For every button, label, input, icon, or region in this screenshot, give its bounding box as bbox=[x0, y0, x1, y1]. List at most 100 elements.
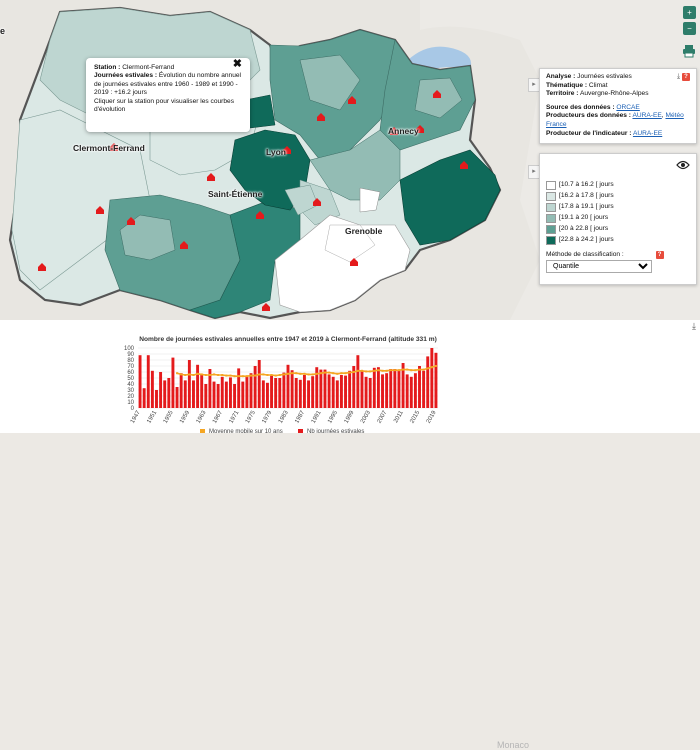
bar bbox=[274, 378, 278, 408]
moving-average-point bbox=[406, 368, 409, 371]
place-label-monaco: Monaco bbox=[497, 740, 530, 750]
eye-icon[interactable] bbox=[676, 160, 690, 170]
method-help-icon[interactable]: ? bbox=[655, 251, 664, 259]
moving-average-point bbox=[217, 374, 220, 376]
moving-average-point bbox=[241, 375, 244, 378]
popup-close-icon[interactable]: ✖ bbox=[233, 58, 242, 70]
x-tick-label: 1967 bbox=[212, 409, 224, 424]
bar bbox=[323, 369, 327, 408]
moving-average-point bbox=[344, 372, 347, 375]
zoom-in-button[interactable]: + bbox=[683, 6, 696, 19]
zoom-out-button[interactable]: − bbox=[683, 22, 696, 35]
moving-average-point bbox=[229, 374, 232, 377]
source-label: Source des données : bbox=[546, 103, 615, 111]
bar bbox=[298, 379, 302, 408]
bar bbox=[155, 390, 158, 408]
moving-average-point bbox=[418, 368, 421, 371]
popup-station-value: Clermont-Ferrand bbox=[122, 64, 175, 71]
thematique-label: Thématique : bbox=[546, 81, 588, 89]
bar bbox=[237, 368, 241, 408]
moving-average-point bbox=[381, 369, 384, 372]
moving-average-point bbox=[258, 373, 261, 376]
x-tick-label: 1995 bbox=[327, 409, 339, 424]
moving-average-point bbox=[287, 372, 289, 375]
moving-average-point bbox=[422, 368, 425, 371]
moving-average-point bbox=[278, 374, 281, 376]
station-popup: ✖ Station : Clermont-Ferrand Journées es… bbox=[86, 58, 250, 132]
moving-average-point bbox=[213, 373, 216, 376]
bar bbox=[368, 378, 372, 408]
legend-label: [17.8 à 19.1 [ jours bbox=[559, 203, 614, 211]
bar bbox=[311, 376, 315, 408]
y-tick-label: 90 bbox=[127, 352, 134, 358]
bar bbox=[241, 381, 245, 408]
bar bbox=[142, 388, 146, 408]
analyse-label: Analyse : bbox=[546, 73, 576, 80]
bar bbox=[356, 355, 360, 408]
legend-item: [17.8 à 19.1 [ jours bbox=[546, 202, 690, 213]
legend-label-bars: Nb journées estivales bbox=[307, 429, 364, 433]
bar bbox=[397, 370, 401, 408]
bar bbox=[146, 355, 150, 408]
legend-item: [16.2 à 17.8 [ jours bbox=[546, 191, 690, 202]
x-tick-label: 1951 bbox=[146, 409, 158, 424]
moving-average-point bbox=[360, 369, 363, 372]
x-tick-label: 1983 bbox=[278, 409, 290, 424]
bar bbox=[409, 376, 413, 408]
x-tick-label: 1991 bbox=[311, 409, 323, 424]
moving-average-point bbox=[303, 372, 306, 375]
bar bbox=[389, 369, 393, 408]
y-tick-label: 30 bbox=[127, 388, 134, 394]
legend-label: [22.8 à 24.2 ] jours bbox=[559, 236, 614, 244]
bar bbox=[286, 364, 290, 408]
territoire-label: Territoire : bbox=[546, 90, 579, 98]
legend-swatch-bars bbox=[298, 429, 303, 433]
moving-average-point bbox=[311, 373, 314, 376]
bar bbox=[245, 376, 249, 408]
source-link[interactable]: ORCAE bbox=[616, 104, 639, 111]
bar bbox=[192, 380, 195, 408]
bar bbox=[179, 373, 183, 408]
print-icon[interactable] bbox=[682, 44, 696, 58]
bar bbox=[150, 370, 154, 408]
y-tick-label: 70 bbox=[127, 364, 134, 370]
y-tick-label: 10 bbox=[127, 400, 134, 406]
y-tick-label: 60 bbox=[127, 370, 134, 376]
moving-average-point bbox=[397, 369, 400, 372]
producteur-link-aura[interactable]: AURA-EE bbox=[632, 112, 661, 119]
legend-list: [10.7 à 16.2 [ jours [16.2 à 17.8 [ jours… bbox=[546, 180, 690, 246]
method-select[interactable]: Quantile bbox=[546, 259, 652, 273]
popup-hint[interactable]: Cliquer sur la station pour visualiser l… bbox=[94, 98, 242, 115]
bar bbox=[364, 376, 368, 408]
moving-average-point bbox=[180, 373, 183, 376]
legend-item: [10.7 à 16.2 [ jours bbox=[546, 180, 690, 191]
bar bbox=[331, 376, 335, 408]
legend-item: [19.1 à 20 [ jours bbox=[546, 213, 690, 224]
info-panel: ⤓ ? Analyse : Journées estivales Thémati… bbox=[539, 68, 697, 144]
moving-average-point bbox=[200, 373, 203, 376]
popup-station-label: Station : bbox=[94, 64, 121, 71]
legend-label: [19.1 à 20 [ jours bbox=[559, 214, 609, 222]
moving-average-point bbox=[196, 372, 199, 375]
moving-average-point bbox=[414, 369, 417, 372]
producteurs-sep: , bbox=[661, 112, 664, 120]
bar bbox=[187, 360, 191, 408]
map-view[interactable]: e Clermont-Ferrand Lyon Saint-Étienne An… bbox=[0, 0, 700, 320]
bar bbox=[183, 380, 187, 408]
bar bbox=[220, 376, 224, 408]
bar bbox=[253, 366, 257, 408]
bar bbox=[249, 373, 253, 408]
producteurs-label: Producteurs des données : bbox=[546, 112, 632, 120]
legend-swatch bbox=[546, 236, 556, 245]
popup-indicator-label: Journées estivales : bbox=[94, 72, 158, 80]
help-icon[interactable]: ? bbox=[682, 73, 690, 81]
moving-average-point bbox=[188, 373, 191, 376]
place-label-grenoble: Grenoble bbox=[345, 226, 383, 236]
chart-scroll-icon[interactable]: ⤓ bbox=[692, 321, 696, 332]
download-icon[interactable]: ⤓ bbox=[677, 73, 680, 80]
legend-label-moving-average: Moyenne mobile sur 10 ans bbox=[209, 429, 283, 433]
moving-average-point bbox=[340, 372, 343, 375]
bar bbox=[270, 375, 274, 408]
moving-average-point bbox=[291, 372, 294, 375]
producteur-indicateur-link[interactable]: AURA-EE bbox=[633, 130, 662, 137]
